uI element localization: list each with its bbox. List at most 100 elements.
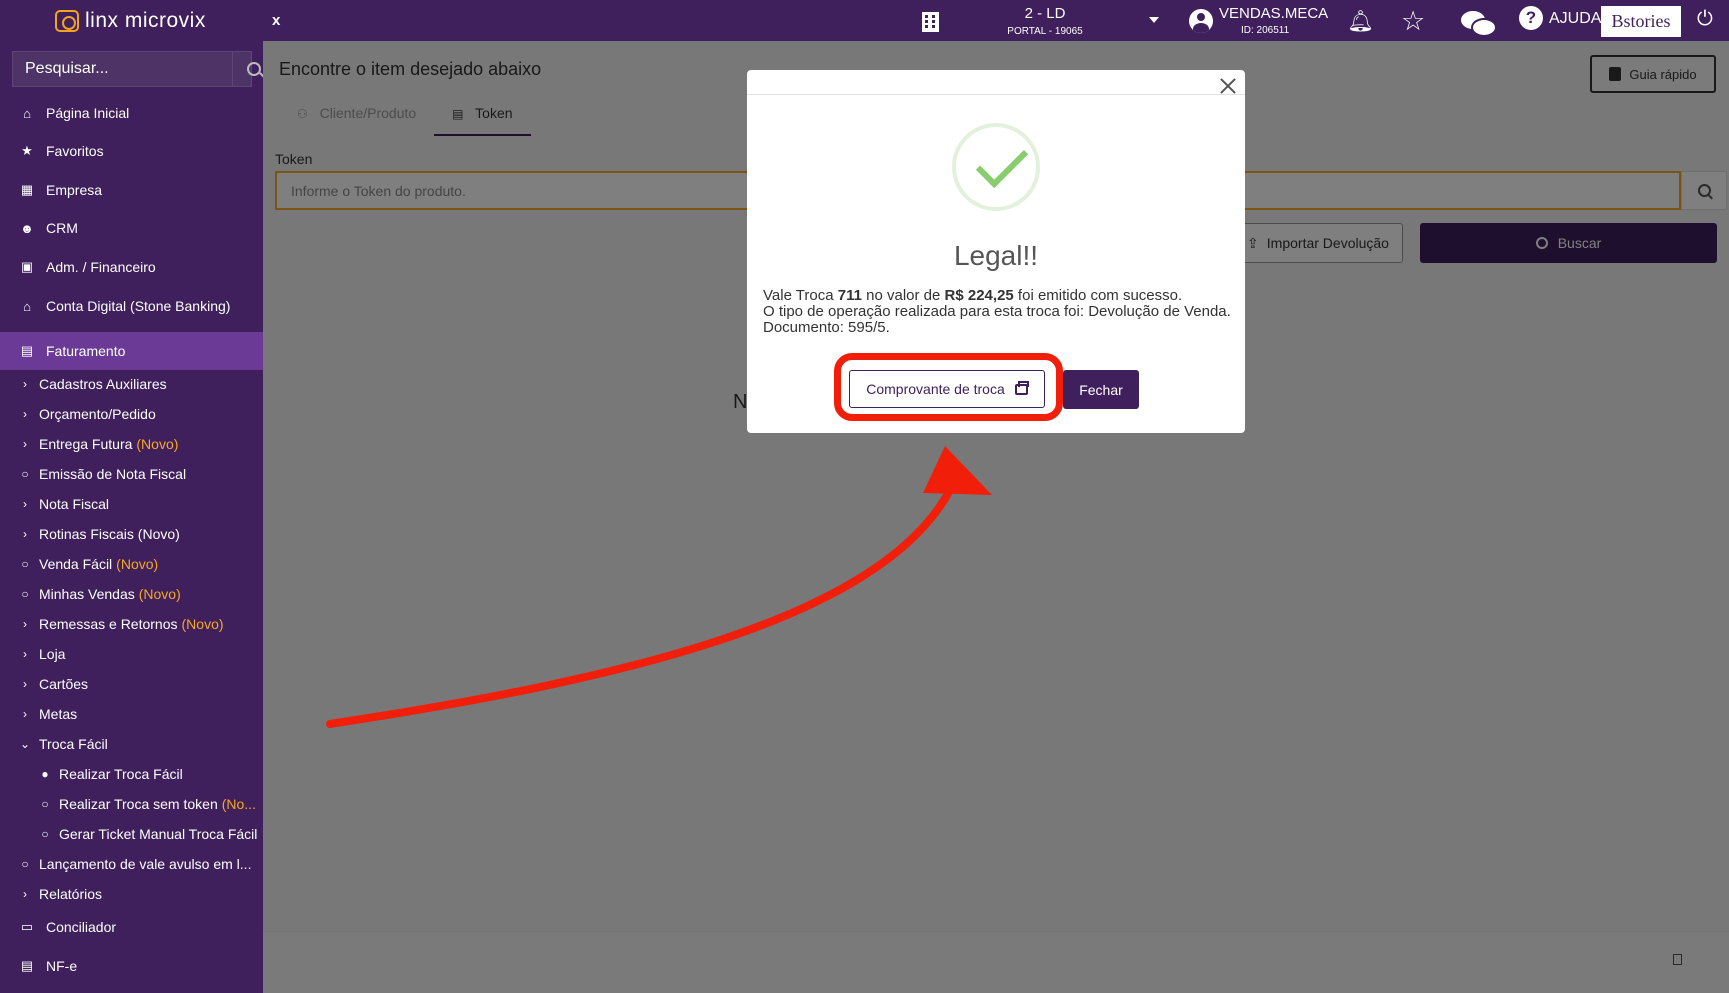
sidebar-item-label: Adm. / Financeiro (46, 259, 156, 275)
user-avatar-icon[interactable] (1189, 9, 1213, 33)
chevron-right-icon: › (23, 407, 27, 421)
circle-icon: ○ (21, 467, 29, 481)
sidebar-item-home[interactable]: ⌂ Página Inicial (0, 94, 263, 132)
chevron-right-icon: › (23, 647, 27, 661)
sidebar-subitem-label: Minhas Vendas (39, 586, 135, 602)
star-icon: ★ (21, 143, 33, 158)
sidebar-subitem-label: Loja (39, 646, 66, 662)
sidebar-subitem-label: Realizar Troca sem token (59, 796, 218, 812)
close-icon[interactable] (1218, 76, 1238, 96)
success-check-icon (952, 123, 1040, 211)
sidebar-item-crm[interactable]: ☻ CRM (0, 209, 263, 247)
sidebar-subitem-label: Lançamento de vale avulso em l... (39, 856, 252, 872)
sidebar-subitem[interactable]: › Orçamento/Pedido (0, 400, 263, 428)
store-selector[interactable]: 2 - LD PORTAL - 19065 (990, 5, 1100, 37)
modal-title: Legal!! (953, 240, 1039, 271)
home-icon: ⌂ (23, 105, 31, 121)
sidebar-item-billing[interactable]: ▤ Faturamento (0, 332, 263, 370)
sidebar-subitem-label: Venda Fácil (39, 556, 113, 572)
sidebar-item-digital-account[interactable]: ⌂ Conta Digital (Stone Banking) (0, 287, 263, 325)
sidebar-item-favorites[interactable]: ★ Favoritos (0, 132, 263, 170)
sidebar-subitem[interactable]: ○ Gerar Ticket Manual Troca Fácil (0, 820, 263, 848)
logo-text: linx microvix (85, 9, 206, 32)
sidebar-subitem-label: Cadastros Auxiliares (39, 376, 167, 392)
chevron-down-icon[interactable] (1149, 17, 1159, 23)
user-id: ID: 206511 (1241, 25, 1290, 36)
power-icon[interactable]: ⏻ (1697, 8, 1713, 31)
close-button[interactable]: Fechar (1063, 370, 1139, 409)
chevron-right-icon: › (23, 887, 27, 901)
sidebar-subitem[interactable]: ○ Realizar Troca sem token (No... (0, 790, 263, 818)
chevron-right-icon: › (23, 527, 27, 541)
sidebar-subitem[interactable]: › Remessas e Retornos (Novo) (0, 610, 263, 638)
sidebar-subitem[interactable]: › Cadastros Auxiliares (0, 370, 263, 398)
sidebar-item-finance[interactable]: ▣ Adm. / Financeiro (0, 248, 263, 286)
sidebar-subitem[interactable]: ○ Venda Fácil (Novo) (0, 550, 263, 578)
chevron-right-icon: › (23, 377, 27, 391)
filled-circle-icon: ● (41, 767, 49, 781)
sidebar: ⌂ Página Inicial ★ Favoritos ▦ Empresa ☻… (0, 41, 263, 993)
sidebar-subitem[interactable]: › Cartões (0, 670, 263, 698)
voucher-number: 711 (837, 287, 862, 304)
message-text: foi emitido com sucesso. (1013, 287, 1183, 304)
user-menu[interactable]: VENDAS.MECA ID: 206511 (1219, 5, 1328, 36)
chevron-right-icon: › (23, 497, 27, 511)
sidebar-subitem[interactable]: › Entrega Futura (Novo) (0, 430, 263, 458)
users-icon: ☻ (20, 220, 34, 236)
sidebar-item-label: Empresa (46, 182, 103, 198)
store-name: 2 - LD (1024, 5, 1066, 22)
circle-icon: ○ (41, 797, 49, 811)
file-icon: ▤ (20, 343, 34, 358)
close-tab-button[interactable]: x (272, 12, 280, 29)
money-icon: ▣ (20, 259, 34, 274)
sidebar-subitem[interactable]: › Rotinas Fiscais (Novo) (0, 520, 263, 548)
store-portal: PORTAL - 19065 (1007, 26, 1083, 37)
help-icon[interactable]: ? (1519, 6, 1543, 30)
sidebar-item-label: Favoritos (46, 143, 104, 159)
sidebar-item-label: Página Inicial (46, 105, 130, 121)
app-logo[interactable]: linx microvix (55, 9, 206, 33)
circle-icon: ○ (21, 557, 29, 571)
new-badge: (Novo) (116, 556, 159, 572)
sidebar-subitem[interactable]: › Metas (0, 700, 263, 728)
sidebar-subitem-label: Relatórios (39, 886, 103, 902)
sidebar-item-nfe[interactable]: ▤ NF-e (0, 947, 263, 985)
chevron-down-icon: ⌄ (20, 737, 31, 751)
sidebar-subitem-label: Entrega Futura (39, 436, 133, 452)
sidebar-subitem[interactable]: ○ Emissão de Nota Fiscal (0, 460, 263, 488)
sidebar-subitem[interactable]: › Loja (0, 640, 263, 668)
sidebar-item-company[interactable]: ▦ Empresa (0, 171, 263, 209)
sidebar-item-label: NF-e (46, 958, 78, 974)
top-bar: linx microvix x 2 - LD PORTAL - 19065 VE… (0, 0, 1729, 41)
chevron-right-icon: › (23, 707, 27, 721)
building-icon: ▦ (20, 182, 34, 197)
message-text: no valor de (861, 287, 945, 304)
sidebar-subitem[interactable]: ⌄ Troca Fácil (0, 730, 263, 758)
sidebar-subitem-label: Cartões (39, 676, 89, 692)
new-badge: (Novo) (138, 586, 181, 602)
sidebar-subitem[interactable]: ○ Minhas Vendas (Novo) (0, 580, 263, 608)
chat-icon[interactable] (1461, 11, 1497, 37)
help-label[interactable]: AJUDA (1549, 10, 1601, 28)
sidebar-item-reconciler[interactable]: ▭ Conciliador (0, 908, 263, 946)
sidebar-subitem[interactable]: ○ Lançamento de vale avulso em l... (0, 850, 263, 878)
sidebar-subitem-label: Remessas e Retornos (39, 616, 178, 632)
building-icon[interactable] (922, 12, 939, 32)
sidebar-subitem[interactable]: › Nota Fiscal (0, 490, 263, 518)
circle-icon: ○ (21, 857, 29, 871)
search-input[interactable] (13, 52, 232, 86)
sidebar-subitem-label: Realizar Troca Fácil (59, 766, 183, 782)
circle-icon: ○ (41, 827, 49, 841)
sidebar-subitem-label: Rotinas Fiscais (Novo) (39, 526, 180, 542)
search-icon[interactable] (232, 52, 261, 86)
sidebar-item-label: Conciliador (46, 919, 117, 935)
sidebar-subitem-label: Gerar Ticket Manual Troca Fácil (59, 826, 258, 842)
sidebar-item-label: Conta Digital (Stone Banking) (46, 298, 231, 314)
favorite-star-icon[interactable]: ☆ (1401, 6, 1425, 37)
sidebar-subitem-active[interactable]: ● Realizar Troca Fácil (0, 760, 263, 788)
new-badge: (No... (221, 796, 256, 812)
bell-icon[interactable]: 🔔︎ (1347, 10, 1374, 34)
modal-message: Vale Troca 711 no valor de R$ 224,25 foi… (763, 288, 1233, 336)
sidebar-subitem-label: Metas (39, 706, 78, 722)
sidebar-subitem[interactable]: › Relatórios (0, 880, 263, 908)
